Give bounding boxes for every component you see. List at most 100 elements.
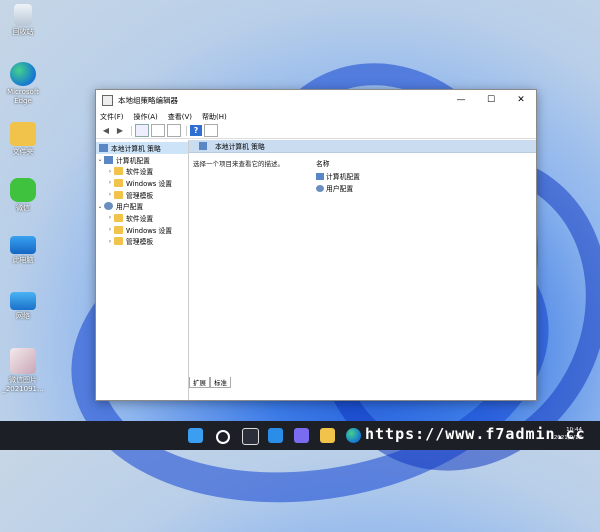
desktop-icon-label: Microsoft Edge (7, 88, 39, 105)
tab-extended[interactable]: 扩展 (189, 377, 210, 388)
tree-item-user-software[interactable]: › 软件设置 (96, 212, 188, 224)
tree-item-user-admin-templates[interactable]: › 管理模板 (96, 236, 188, 248)
menu-help[interactable]: 帮助(H) (202, 112, 227, 122)
task-view-icon[interactable] (242, 428, 259, 445)
start-icon[interactable] (188, 428, 203, 443)
toolbar-divider (186, 125, 187, 136)
tree-label: 管理模板 (126, 238, 154, 247)
tree-label: 软件设置 (126, 214, 154, 223)
computer-icon (10, 236, 36, 254)
minimize-button[interactable]: — (446, 90, 476, 110)
folder-icon (114, 178, 123, 187)
list-item-user-config[interactable]: 用户配置 (316, 183, 353, 193)
menu-bar: 文件(F) 操作(A) 查看(V) 帮助(H) (96, 110, 536, 123)
show-tree-icon[interactable] (135, 124, 149, 137)
desktop-icon-label: 微信 (16, 204, 30, 212)
tree-label: 本地计算机 策略 (111, 144, 161, 153)
chevron-right-icon[interactable]: › (106, 168, 114, 175)
desktop-icon-edge[interactable]: Microsoft Edge (2, 62, 44, 106)
details-header-title: 本地计算机 策略 (215, 143, 265, 151)
properties-icon[interactable] (151, 124, 165, 137)
user-icon (104, 202, 113, 211)
list-item-label: 计算机配置 (326, 173, 360, 181)
forward-arrow-icon[interactable]: ▶ (114, 125, 126, 136)
search-icon[interactable] (216, 430, 230, 444)
chevron-right-icon[interactable]: › (106, 179, 114, 186)
desktop-icon-label: 微信图片_2021091... (2, 376, 44, 393)
group-policy-editor-window: 本地组策略编辑器 — ☐ ✕ 文件(F) 操作(A) 查看(V) 帮助(H) ◀… (95, 89, 537, 401)
tree-item-computer-software[interactable]: › 软件设置 (96, 165, 188, 177)
chat-icon[interactable] (294, 428, 309, 443)
app-icon (102, 94, 113, 106)
edge-icon (10, 62, 36, 86)
view-tabs: 扩展 标准 (189, 377, 231, 388)
desktop-icon-label: 文件夹 (12, 148, 34, 156)
folder-icon (114, 213, 123, 222)
computer-icon (104, 155, 113, 164)
folder-icon (114, 167, 123, 176)
chevron-right-icon[interactable]: › (106, 238, 114, 245)
tree-item-user-config[interactable]: ⌄ 用户配置 (96, 200, 188, 212)
tree-pane: 本地计算机 策略 ⌄ 计算机配置 › 软件设置 › Windows 设置 › 管… (96, 140, 189, 400)
desktop-icon-folder[interactable]: 文件夹 (2, 122, 44, 157)
tree-label: 计算机配置 (116, 156, 150, 165)
network-icon (10, 292, 36, 310)
tree-item-computer-config[interactable]: ⌄ 计算机配置 (96, 154, 188, 166)
tree-item-computer-admin-templates[interactable]: › 管理模板 (96, 189, 188, 201)
content-panes: 本地计算机 策略 ⌄ 计算机配置 › 软件设置 › Windows 设置 › 管… (96, 140, 536, 400)
maximize-button[interactable]: ☐ (476, 90, 506, 110)
user-icon (316, 184, 324, 192)
menu-file[interactable]: 文件(F) (100, 112, 124, 122)
column-header-name[interactable]: 名称 (316, 158, 330, 168)
desktop-icon-network[interactable]: 网络 (2, 292, 44, 321)
tree-label: 管理模板 (126, 191, 154, 200)
watermark-text: https://www.f7admin.cc (365, 425, 586, 443)
recycle-bin-icon (14, 4, 32, 26)
description-text: 选择一个项目来查看它的描述。 (193, 160, 284, 168)
desktop-icon-recycle-bin[interactable]: 回收站 (2, 4, 44, 37)
window-title: 本地组策略编辑器 (118, 95, 178, 105)
policy-icon (199, 142, 207, 150)
desktop-icon-label: 此电脑 (12, 256, 34, 264)
tree-label: 软件设置 (126, 168, 154, 177)
close-button[interactable]: ✕ (506, 90, 536, 110)
chevron-right-icon[interactable]: › (106, 191, 114, 198)
desktop-icon-image-file[interactable]: 微信图片_2021091... (2, 348, 44, 394)
menu-view[interactable]: 查看(V) (168, 112, 192, 122)
chevron-right-icon[interactable]: › (106, 214, 114, 221)
list-item-computer-config[interactable]: 计算机配置 (316, 171, 360, 181)
export-list-icon[interactable] (167, 124, 181, 137)
tree-label: Windows 设置 (126, 226, 173, 235)
desktop-icon-wechat[interactable]: 微信 (2, 178, 44, 213)
help-icon[interactable]: ? (190, 125, 202, 136)
desktop-icon-label: 回收站 (12, 28, 34, 36)
file-explorer-icon[interactable] (320, 428, 335, 443)
tree-item-computer-windows[interactable]: › Windows 设置 (96, 177, 188, 189)
policy-icon (99, 143, 108, 152)
folder-icon (10, 122, 36, 146)
folder-icon (114, 237, 123, 246)
details-pane: 本地计算机 策略 选择一个项目来查看它的描述。 名称 计算机配置 用户配置 扩展… (189, 140, 536, 400)
tree-item-root[interactable]: 本地计算机 策略 (96, 142, 188, 154)
folder-icon (114, 225, 123, 234)
tree-item-user-windows[interactable]: › Windows 设置 (96, 224, 188, 236)
toolbar-divider (131, 125, 132, 136)
chevron-down-icon[interactable]: ⌄ (96, 203, 104, 210)
computer-icon (316, 172, 324, 180)
desktop-icon-label: 网络 (16, 312, 30, 320)
tab-standard[interactable]: 标准 (210, 377, 231, 388)
toolbar: ◀ ▶ ? (96, 123, 536, 139)
widgets-icon[interactable] (268, 428, 283, 443)
edge-icon[interactable] (346, 428, 361, 443)
back-arrow-icon[interactable]: ◀ (100, 125, 112, 136)
menu-action[interactable]: 操作(A) (134, 112, 158, 122)
folder-icon (114, 190, 123, 199)
image-file-icon (10, 348, 36, 374)
tree-label: 用户配置 (116, 203, 144, 212)
wechat-icon (10, 178, 36, 202)
chevron-down-icon[interactable]: ⌄ (96, 156, 104, 163)
chevron-right-icon[interactable]: › (106, 226, 114, 233)
title-bar[interactable]: 本地组策略编辑器 — ☐ ✕ (96, 90, 536, 110)
desktop-icon-this-pc[interactable]: 此电脑 (2, 236, 44, 265)
help-topics-icon[interactable] (204, 124, 218, 137)
